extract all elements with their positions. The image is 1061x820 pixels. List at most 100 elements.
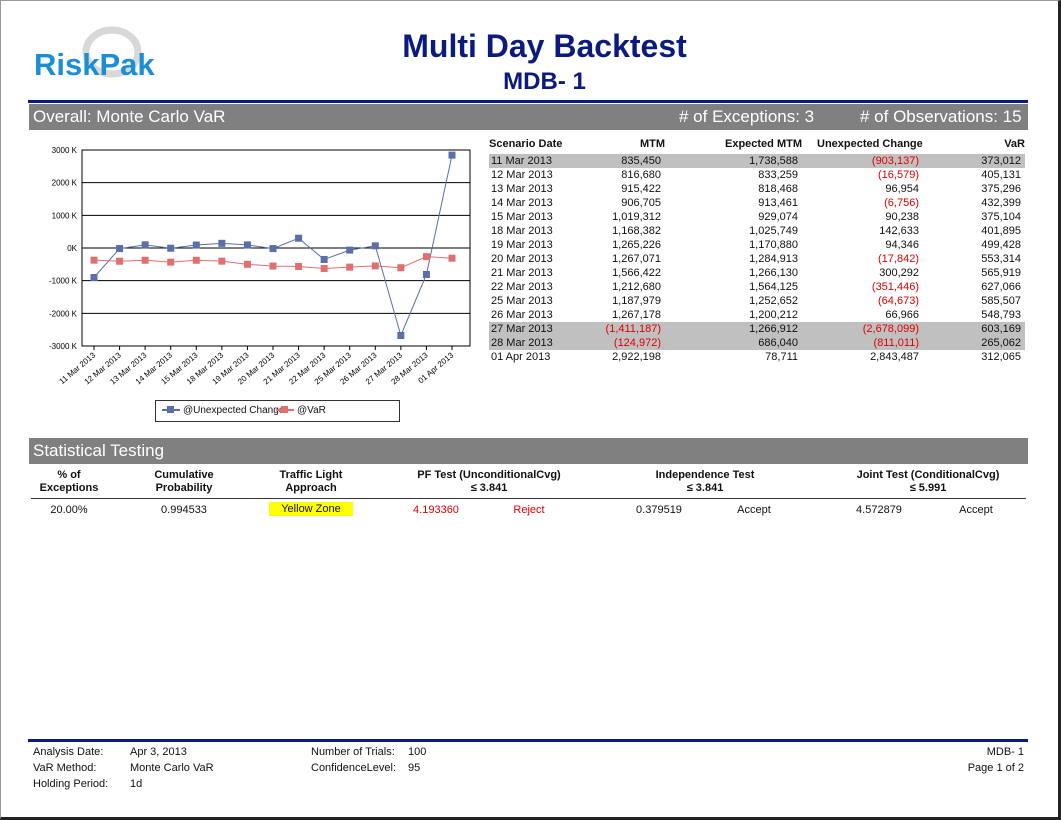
data-point-var xyxy=(397,264,405,272)
cell-var: 585,507 xyxy=(981,295,1021,307)
cell-var: 432,399 xyxy=(981,197,1021,209)
y-tick-label: 2000 K xyxy=(52,179,78,188)
stats-header-tl: Traffic Light Approach xyxy=(261,469,361,495)
scenario-table: Scenario Date MTM Expected MTM Unexpecte… xyxy=(489,138,1029,368)
cell-unexpected-change: (811,011) xyxy=(873,337,919,349)
col-header-unexpected-change: Unexpected Change xyxy=(817,138,923,150)
cell-date: 11 Mar 2013 xyxy=(491,155,552,167)
stats-bar: Statistical Testing xyxy=(29,438,1028,464)
data-point-unexpected-change xyxy=(167,244,175,252)
data-point-var xyxy=(192,256,200,264)
confidence-label: ConfidenceLevel: xyxy=(311,762,397,774)
cell-unexpected-change: 66,966 xyxy=(885,309,919,321)
data-point-var xyxy=(295,262,303,270)
chart-svg: 3000 K 2000 K 1000 K 0K -1000 K -2000 K -3000 … xyxy=(49,146,471,386)
confidence-value: 95 xyxy=(408,762,421,774)
cell-expected-mtm: 1,252,652 xyxy=(749,295,798,307)
backtest-chart: 3000 K 2000 K 1000 K 0K -1000 K -2000 K -3000 … xyxy=(32,140,472,430)
stats-header-joint-1: Joint Test (ConditionalCvg) xyxy=(856,469,1000,481)
cell-unexpected-change: 300,292 xyxy=(879,267,919,279)
cell-expected-mtm: 1,170,880 xyxy=(749,239,798,251)
legend-swatch-var xyxy=(276,406,294,414)
table-row: 18 Mar 2013 1,168,382 1,025,749 142,633 401,… xyxy=(489,224,1025,238)
cell-date: 14 Mar 2013 xyxy=(491,197,553,209)
cell-date: 13 Mar 2013 xyxy=(491,183,553,195)
data-point-unexpected-change xyxy=(218,239,226,247)
cell-unexpected-change: (903,137) xyxy=(871,155,919,167)
cell-expected-mtm: 1,284,913 xyxy=(749,253,798,265)
cell-unexpected-change: (351,446) xyxy=(871,281,919,293)
table-row: 25 Mar 2013 1,187,979 1,252,652 (64,673) 585… xyxy=(489,294,1025,308)
data-point-var xyxy=(269,262,277,270)
cell-unexpected-change: (17,842) xyxy=(878,253,919,265)
table-row: 22 Mar 2013 1,212,680 1,564,125 (351,446) 62… xyxy=(489,280,1025,294)
y-tick-label: -3000 K xyxy=(49,342,78,351)
stats-header-pf: PF Test (UnconditionalCvg) ≤ 3.841 xyxy=(389,469,589,495)
data-point-var xyxy=(218,257,226,265)
cell-var: 401,895 xyxy=(981,225,1021,237)
stats-header-cum-1: Cumulative xyxy=(154,469,214,481)
table-row: 26 Mar 2013 1,267,178 1,200,212 66,966 548,7… xyxy=(489,308,1025,322)
legend-label-unexpected: @Unexpected Change xyxy=(183,405,285,416)
legend-item-unexpected: @Unexpected Change xyxy=(162,405,284,416)
legend-label-var: @VaR xyxy=(297,405,326,416)
cell-date: 26 Mar 2013 xyxy=(491,309,553,321)
cell-date: 21 Mar 2013 xyxy=(491,267,553,279)
data-point-unexpected-change xyxy=(192,241,200,249)
page-subtitle: MDB- 1 xyxy=(503,68,586,95)
table-row: 21 Mar 2013 1,566,422 1,266,130 300,292 565,… xyxy=(489,266,1025,280)
col-header-expected-mtm: Expected MTM xyxy=(724,138,802,150)
data-point-var xyxy=(448,254,456,262)
data-point-var xyxy=(422,253,430,261)
cell-var: 553,314 xyxy=(981,253,1021,265)
cell-unexpected-change: 2,843,487 xyxy=(870,351,919,363)
col-header-var: VaR xyxy=(1004,138,1025,150)
stats-header-pct-1: % of xyxy=(57,469,81,481)
table-row: 19 Mar 2013 1,265,226 1,170,880 94,346 499,4… xyxy=(489,238,1025,252)
stats-header-joint-2: ≤ 5.991 xyxy=(909,482,947,494)
table-row: 14 Mar 2013 906,705 913,461 (6,756) 432,399 xyxy=(489,196,1025,210)
cell-date: 27 Mar 2013 xyxy=(491,323,553,335)
cell-var: 373,012 xyxy=(981,155,1021,167)
data-point-unexpected-change xyxy=(141,241,149,249)
cell-var: 499,428 xyxy=(981,239,1021,251)
table-row: 27 Mar 2013 (1,411,187) 1,266,912 (2,678,09… xyxy=(489,322,1025,336)
table-row: 20 Mar 2013 1,267,071 1,284,913 (17,842) 553… xyxy=(489,252,1025,266)
cell-var: 265,062 xyxy=(981,337,1021,349)
cell-date: 01 Apr 2013 xyxy=(491,351,551,363)
cell-unexpected-change: 142,633 xyxy=(879,225,919,237)
cell-expected-mtm: 833,259 xyxy=(758,169,798,181)
stats-header-tl-1: Traffic Light xyxy=(279,469,343,481)
table-row: 15 Mar 2013 1,019,312 929,074 90,238 375,104 xyxy=(489,210,1025,224)
observations-count: # of Observations: 15 xyxy=(860,107,1022,126)
cell-unexpected-change: (16,579) xyxy=(878,169,919,181)
stats-header-pf-1: PF Test (UnconditionalCvg) xyxy=(417,469,561,481)
cell-mtm: 1,566,422 xyxy=(612,267,661,279)
page-number: Page 1 of 2 xyxy=(967,762,1024,774)
footer: Analysis Date: Apr 3, 2013 VaR Method: M… xyxy=(33,746,1028,796)
cell-date: 20 Mar 2013 xyxy=(491,253,553,265)
cell-mtm: 1,187,979 xyxy=(612,295,661,307)
data-point-unexpected-change xyxy=(448,151,456,159)
data-point-unexpected-change xyxy=(320,255,328,263)
data-point-var xyxy=(243,260,251,268)
cell-date: 15 Mar 2013 xyxy=(491,211,553,223)
data-point-var xyxy=(320,264,328,272)
y-tick-label: 3000 K xyxy=(52,146,78,155)
data-point-unexpected-change xyxy=(397,331,405,339)
cell-mtm: 1,168,382 xyxy=(612,225,661,237)
stats-header-pct: % of Exceptions xyxy=(29,469,109,495)
data-point-unexpected-change xyxy=(295,234,303,242)
cell-var: 405,131 xyxy=(981,169,1021,181)
data-point-var xyxy=(346,263,354,271)
cell-mtm: 906,705 xyxy=(621,197,661,209)
data-point-unexpected-change xyxy=(346,246,354,254)
data-point-var xyxy=(116,257,124,265)
holding-period-label: Holding Period: xyxy=(33,778,109,790)
cell-mtm: (1,411,187) xyxy=(605,323,661,335)
cell-mtm: 1,267,178 xyxy=(612,309,661,321)
cell-date: 19 Mar 2013 xyxy=(491,239,553,251)
overall-bar: Overall: Monte Carlo VaR # of Exceptions… xyxy=(29,104,1028,130)
cell-unexpected-change: (2,678,099) xyxy=(862,323,919,335)
data-point-unexpected-change xyxy=(243,241,251,249)
